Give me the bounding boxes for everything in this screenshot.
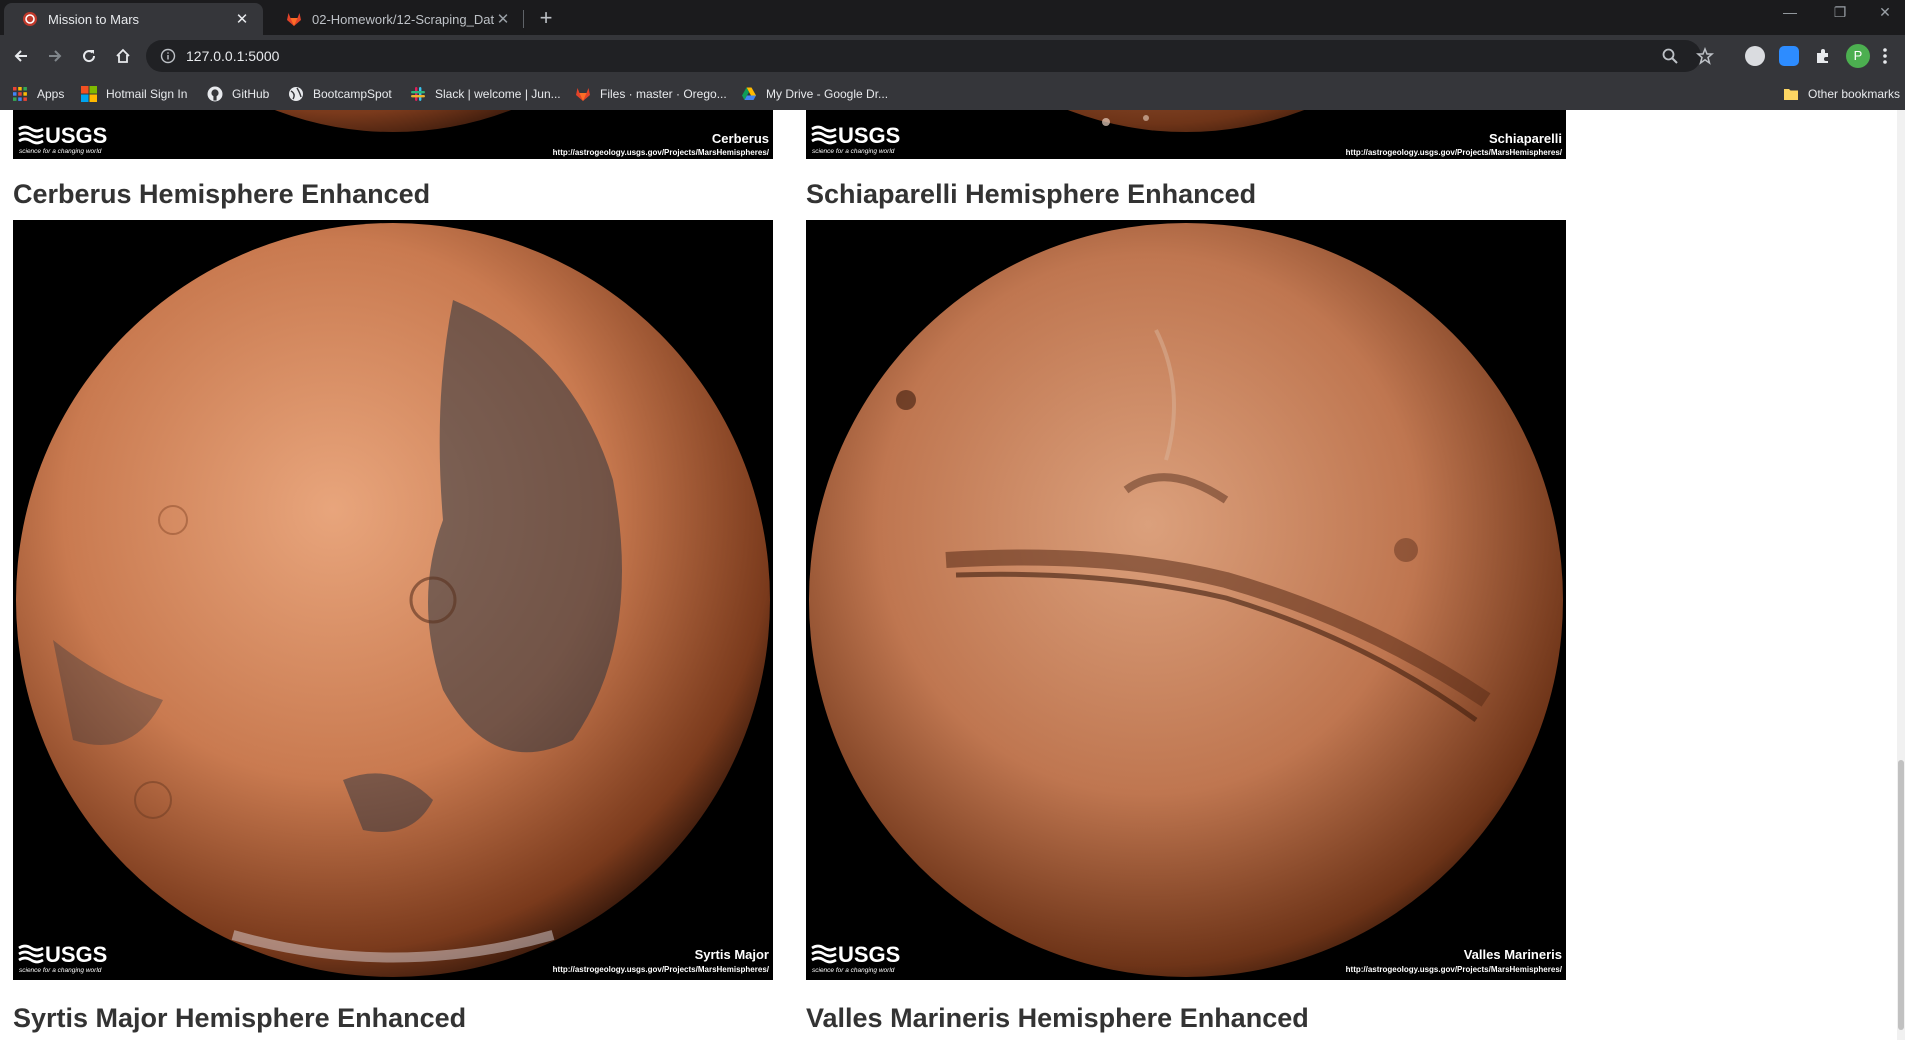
gitlab-icon bbox=[287, 13, 301, 26]
usgs-logo-text: USGS bbox=[45, 123, 107, 148]
profile-avatar[interactable]: P bbox=[1846, 44, 1870, 68]
hemisphere-image-label: Valles Marineris bbox=[1463, 947, 1562, 962]
info-icon[interactable] bbox=[160, 48, 176, 64]
hemisphere-title: Schiaparelli Hemisphere Enhanced bbox=[806, 179, 1257, 209]
bookmark-bootcampspot[interactable]: BootcampSpot bbox=[288, 85, 392, 103]
forward-arrow-icon bbox=[49, 50, 62, 62]
usgs-tagline: science for a changing world bbox=[812, 148, 895, 155]
usgs-tagline: science for a changing world bbox=[19, 967, 102, 974]
bookmark-label: GitHub bbox=[232, 87, 270, 101]
zoom-icon[interactable] bbox=[1661, 47, 1679, 65]
tab-separator bbox=[523, 10, 524, 28]
bookmarks-bar: Apps Hotmail Sign In GitHub BootcampSpot… bbox=[0, 77, 1905, 110]
hemisphere-source-url: http://astrogeology.usgs.gov/Projects/Ma… bbox=[552, 148, 769, 157]
bookmark-slack[interactable]: Slack | welcome | Jun... bbox=[410, 85, 561, 103]
zoom-extension-icon[interactable] bbox=[1779, 46, 1799, 66]
hemisphere-card-valles-marineris: USGS science for a changing world Valles… bbox=[806, 220, 1566, 1040]
hemisphere-image-valles-marineris[interactable]: USGS science for a changing world Valles… bbox=[806, 220, 1566, 980]
usgs-logo-icon: USGS science for a changing world bbox=[18, 123, 107, 155]
bookmark-label: Slack | welcome | Jun... bbox=[435, 87, 561, 101]
hemisphere-image-label: Syrtis Major bbox=[694, 947, 769, 962]
hemisphere-card-cerberus: USGS science for a changing world Cerber… bbox=[13, 110, 773, 215]
usgs-logo-text: USGS bbox=[838, 123, 900, 148]
forward-button[interactable] bbox=[42, 43, 68, 69]
tab-strip: Mission to Mars ✕ 02-Homework/12-Scrapin… bbox=[0, 0, 1905, 35]
hemisphere-card-schiaparelli: USGS science for a changing world Schiap… bbox=[806, 110, 1566, 215]
bookmark-label: Apps bbox=[37, 87, 65, 101]
reload-icon bbox=[83, 50, 96, 63]
hemisphere-source-url: http://astrogeology.usgs.gov/Projects/Ma… bbox=[1345, 148, 1562, 157]
browser-toolbar: 127.0.0.1:5000 P bbox=[0, 35, 1905, 77]
folder-icon bbox=[1784, 89, 1798, 100]
github-icon bbox=[207, 86, 223, 102]
page-content: USGS science for a changing world Cerber… bbox=[0, 110, 1905, 1040]
back-button[interactable] bbox=[8, 43, 34, 69]
browser-chrome: Mission to Mars ✕ 02-Homework/12-Scrapin… bbox=[0, 0, 1905, 110]
hemisphere-image-cerberus[interactable]: USGS science for a changing world Cerber… bbox=[13, 110, 773, 159]
tab-mission-to-mars[interactable]: Mission to Mars ✕ bbox=[4, 3, 263, 35]
usgs-logo-icon: USGS science for a changing world bbox=[811, 942, 900, 974]
usgs-logo-icon: USGS science for a changing world bbox=[18, 942, 107, 974]
apps-grid-icon bbox=[13, 87, 27, 101]
usgs-tagline: science for a changing world bbox=[19, 148, 102, 155]
other-bookmarks[interactable]: Other bookmarks bbox=[1783, 85, 1900, 103]
hemisphere-title: Valles Marineris Hemisphere Enhanced bbox=[806, 1003, 1309, 1033]
hemisphere-source-url: http://astrogeology.usgs.gov/Projects/Ma… bbox=[1345, 965, 1562, 974]
bookmark-label: BootcampSpot bbox=[313, 87, 392, 101]
hemisphere-image-schiaparelli[interactable]: USGS science for a changing world Schiap… bbox=[806, 110, 1566, 159]
hemisphere-image-label: Cerberus bbox=[711, 131, 769, 146]
hemisphere-image-label: Schiaparelli bbox=[1489, 131, 1562, 146]
url-text: 127.0.0.1:5000 bbox=[186, 48, 280, 64]
reload-button[interactable] bbox=[76, 43, 102, 69]
extension-icon[interactable] bbox=[1745, 46, 1765, 66]
bookmark-github[interactable]: GitHub bbox=[207, 85, 269, 103]
planet-graphic bbox=[16, 223, 770, 977]
other-bookmarks-label: Other bookmarks bbox=[1808, 87, 1901, 101]
bookmark-label: Files · master · Orego... bbox=[600, 87, 727, 101]
tab-title: Mission to Mars bbox=[48, 11, 140, 27]
bookmark-files[interactable]: Files · master · Orego... bbox=[575, 85, 727, 103]
tab-close-icon[interactable]: ✕ bbox=[233, 10, 251, 28]
new-tab-button[interactable]: + bbox=[536, 5, 556, 31]
menu-kebab-icon[interactable] bbox=[1882, 46, 1888, 66]
home-icon bbox=[116, 48, 130, 63]
restore-button[interactable]: ❐ bbox=[1825, 4, 1855, 21]
back-arrow-icon bbox=[14, 50, 27, 62]
tab-title: 02-Homework/12-Scraping_DataSte bbox=[312, 11, 494, 27]
home-button[interactable] bbox=[110, 43, 136, 69]
page-scrollbar[interactable] bbox=[1897, 110, 1905, 1040]
hemisphere-title: Syrtis Major Hemisphere Enhanced bbox=[13, 1003, 467, 1033]
close-window-button[interactable]: ✕ bbox=[1870, 4, 1900, 21]
bookmark-google-drive[interactable]: My Drive - Google Dr... bbox=[741, 85, 888, 103]
bookmark-label: My Drive - Google Dr... bbox=[766, 87, 889, 101]
microsoft-icon bbox=[81, 86, 97, 102]
hemisphere-card-syrtis-major: USGS science for a changing world Syrtis… bbox=[13, 220, 773, 1040]
puzzle-extensions-icon[interactable] bbox=[1813, 46, 1833, 66]
tab-close-icon[interactable]: ✕ bbox=[494, 10, 512, 28]
hemisphere-title: Cerberus Hemisphere Enhanced bbox=[13, 179, 431, 209]
gitlab-icon bbox=[576, 88, 590, 101]
mars-favicon-icon bbox=[23, 12, 37, 26]
planet-graphic bbox=[809, 223, 1563, 977]
minimize-button[interactable]: — bbox=[1775, 4, 1805, 20]
hemisphere-image-syrtis-major[interactable]: USGS science for a changing world Syrtis… bbox=[13, 220, 773, 980]
bookmark-hotmail[interactable]: Hotmail Sign In bbox=[81, 85, 187, 103]
tab-homework[interactable]: 02-Homework/12-Scraping_DataSte ✕ bbox=[268, 3, 524, 35]
usgs-tagline: science for a changing world bbox=[812, 967, 895, 974]
usgs-logo-text: USGS bbox=[838, 942, 900, 967]
bookmark-label: Hotmail Sign In bbox=[106, 87, 188, 101]
scrollbar-thumb[interactable] bbox=[1898, 760, 1904, 1030]
bookmark-apps[interactable]: Apps bbox=[12, 85, 64, 103]
slack-icon bbox=[411, 87, 425, 101]
usgs-logo-text: USGS bbox=[45, 942, 107, 967]
usgs-logo-icon: USGS science for a changing world bbox=[811, 123, 900, 155]
hemisphere-source-url: http://astrogeology.usgs.gov/Projects/Ma… bbox=[552, 965, 769, 974]
address-bar[interactable]: 127.0.0.1:5000 bbox=[146, 40, 1714, 72]
google-drive-icon bbox=[742, 87, 756, 100]
bookmark-star-icon[interactable] bbox=[1696, 47, 1714, 65]
globe-icon bbox=[289, 87, 303, 101]
